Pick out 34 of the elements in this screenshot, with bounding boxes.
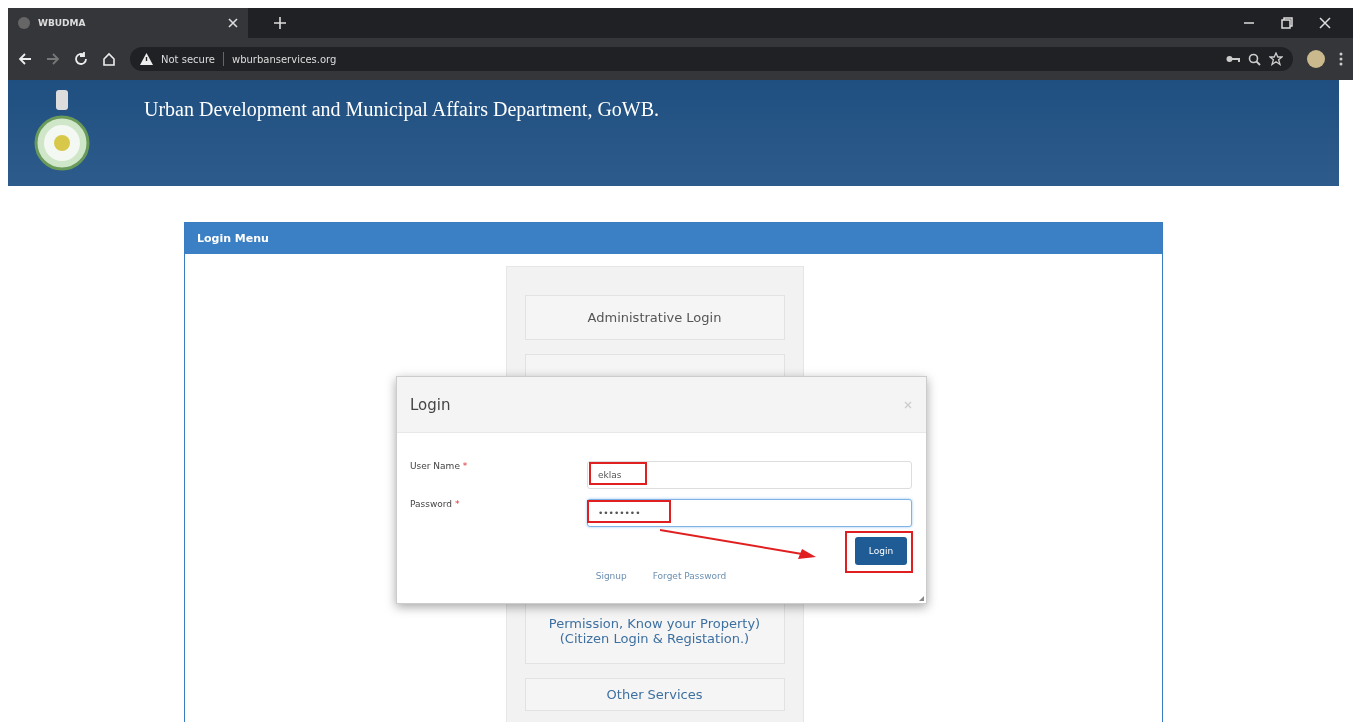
input-field[interactable]: •••••••• — [587, 499, 912, 527]
link[interactable]: Forget Password — [652, 571, 727, 581]
address-bar[interactable]: Not secure wburbanservices.org — [130, 47, 1293, 71]
close-icon[interactable] — [228, 18, 238, 28]
globe-icon — [18, 17, 30, 29]
back-icon[interactable] — [18, 52, 32, 66]
field-label: Password * — [410, 499, 461, 509]
field-label: User Name * — [410, 461, 469, 471]
input-field[interactable]: eklas — [587, 461, 912, 489]
menu-icon[interactable] — [1339, 52, 1343, 66]
url-text: wburbanservices.org — [231, 53, 337, 65]
resize-grip-icon[interactable] — [919, 596, 924, 601]
header-title: Urban Development and Municipal Affairs Department, GoWB. — [144, 98, 660, 121]
forward-icon[interactable] — [46, 52, 60, 66]
security-label: Not secure — [161, 53, 215, 65]
warning-icon — [140, 53, 153, 65]
new-tab-icon[interactable] — [274, 17, 286, 29]
menu-card[interactable]: Administrative Login — [524, 295, 785, 340]
reload-icon[interactable] — [74, 52, 88, 66]
highlight-box — [845, 531, 913, 573]
panel-title: Login Menu — [185, 223, 1162, 254]
dialog-title: Login — [410, 395, 451, 414]
link[interactable]: Signup — [595, 571, 627, 581]
home-icon[interactable] — [102, 52, 116, 66]
restore-icon[interactable] — [1281, 17, 1293, 29]
star-icon[interactable] — [1269, 52, 1283, 66]
menu-card[interactable]: Other Services — [524, 678, 785, 711]
close-icon[interactable] — [1319, 17, 1331, 29]
key-icon[interactable] — [1226, 55, 1240, 63]
zoom-icon[interactable] — [1248, 52, 1261, 66]
avatar-icon[interactable] — [1307, 50, 1325, 68]
highlight-box — [589, 462, 647, 485]
browser-tab[interactable]: WBUDMA — [8, 8, 248, 38]
login-button[interactable]: Login — [855, 537, 907, 565]
